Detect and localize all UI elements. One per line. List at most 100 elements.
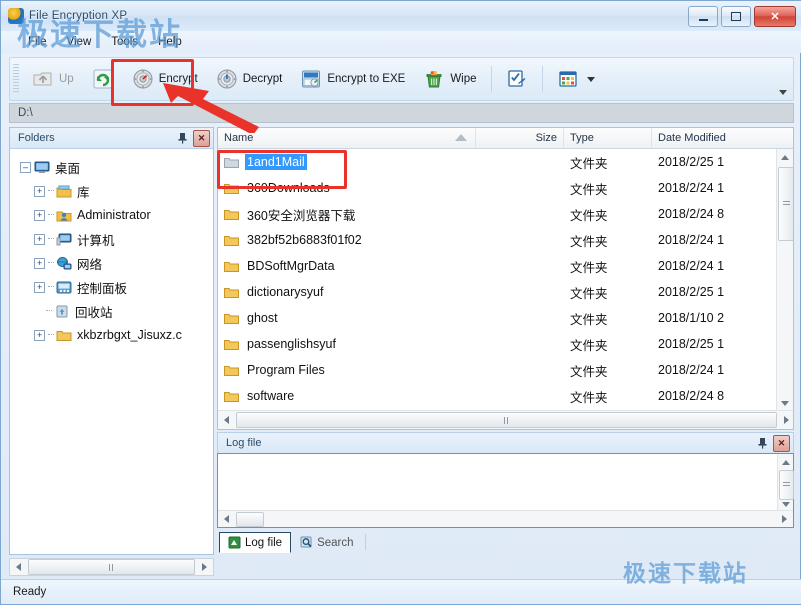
expand-toggle-icon[interactable]: + [34,330,45,341]
collapse-toggle-icon[interactable]: – [20,162,31,173]
scroll-left-button[interactable] [10,559,27,576]
minimize-button[interactable] [688,6,718,27]
column-header-type[interactable]: Type [564,128,652,148]
pin-icon[interactable] [755,436,769,450]
toolbar-up-button[interactable]: Up [24,63,82,95]
table-row[interactable]: passenglishsyuf 文件夹 2018/2/25 1 [218,331,793,357]
tab-label: Log file [245,537,282,549]
cell-type: 文件夹 [564,309,652,328]
encrypt-lock-icon [132,68,154,90]
expand-toggle-icon[interactable]: + [34,258,45,269]
tab-log-file[interactable]: Log file [219,532,291,553]
toolbar-encrypt-button[interactable]: Encrypt [124,63,206,95]
address-bar[interactable]: D:\ [9,103,794,123]
tree-item-computer[interactable]: + 计算机 [16,227,213,251]
scrollbar-thumb[interactable] [236,512,264,527]
tree-item-control-panel[interactable]: + 控制面板 [16,275,213,299]
table-row[interactable]: Program Files 文件夹 2018/2/24 1 [218,357,793,383]
tree-item-network[interactable]: + 网络 [16,251,213,275]
tab-search[interactable]: Search [291,532,362,553]
log-horizontal-scrollbar[interactable] [218,510,793,527]
toolbar-decrypt-button[interactable]: Decrypt [208,63,291,95]
table-row[interactable]: software 文件夹 2018/2/24 8 [218,383,793,409]
scroll-right-button[interactable] [196,559,213,576]
toolbar-grip[interactable] [13,64,19,94]
cell-date: 2018/2/24 1 [652,363,775,377]
scroll-left-button[interactable] [218,511,235,528]
pin-icon[interactable] [175,131,189,145]
cell-name: 1and1Mail [218,154,476,170]
menu-item-tools[interactable]: Tools [102,34,147,50]
column-header-label: Size [536,132,557,144]
toolbar-encrypt-to-exe-button[interactable]: Encrypt to EXE [292,63,413,95]
toolbar-wipe-button[interactable]: Wipe [415,63,484,95]
cell-type: 文件夹 [564,231,652,250]
tree-item-xkbzrbgxt[interactable]: + xkbzrbgxt_Jisuxz.c [16,323,213,347]
toolbar-refresh-button[interactable] [84,63,122,95]
scrollbar-thumb[interactable] [28,559,195,575]
column-header-name[interactable]: Name [218,128,476,148]
tree-item-desktop[interactable]: – 桌面 [16,155,213,179]
recycle-bin-icon [54,304,70,319]
folder-icon [224,260,239,273]
log-pane-close-button[interactable]: ✕ [773,435,790,452]
log-vertical-scrollbar[interactable] [777,454,793,512]
menu-item-view[interactable]: View [58,34,101,50]
scrollbar-thumb[interactable] [236,412,777,428]
cell-type: 文件夹 [564,283,652,302]
tree-item-label: 库 [77,182,90,201]
wipe-trash-icon [423,68,445,90]
toolbar-up-label: Up [59,73,74,85]
table-row[interactable]: ghost 文件夹 2018/1/10 2 [218,305,793,331]
file-list-vertical-scrollbar[interactable] [776,149,793,411]
menu-item-help[interactable]: Help [149,34,191,50]
column-header-date-modified[interactable]: Date Modified [652,128,775,148]
cell-date: 2018/1/10 2 [652,311,775,325]
cell-name: software [218,388,476,404]
table-row[interactable]: 1and1Mail 文件夹 2018/2/25 1 [218,149,793,175]
scroll-up-button[interactable] [777,149,793,165]
tree-item-recycle-bin[interactable]: 回收站 [16,299,213,323]
maximize-button[interactable] [721,6,751,27]
scrollbar-thumb[interactable] [778,167,794,241]
toolbar-edit-checklist-button[interactable] [498,63,536,95]
tree-leaf-spacer [34,307,43,316]
expand-toggle-icon[interactable]: + [34,282,45,293]
scroll-right-button[interactable] [776,511,793,528]
file-list-header: Name Size Type Date Modified [218,128,793,149]
pin-glyph-icon [177,132,188,144]
toolbar-overflow-chevron-icon[interactable] [779,90,787,95]
scroll-up-button[interactable] [778,454,794,470]
expand-toggle-icon[interactable]: + [34,234,45,245]
expand-toggle-icon[interactable]: + [34,186,45,197]
table-row[interactable]: 360安全浏览器下载 文件夹 2018/2/24 8 [218,201,793,227]
scroll-left-button[interactable] [218,412,235,429]
tree-item-label: 网络 [77,254,102,273]
cell-type: 文件夹 [564,257,652,276]
cell-date: 2018/2/24 1 [652,233,775,247]
menu-item-file[interactable]: File [19,34,56,50]
tree-connector [48,286,54,288]
table-row[interactable]: 382bf52b6883f01f02 文件夹 2018/2/24 1 [218,227,793,253]
column-header-label: Name [224,132,253,144]
toolbar-view-grid-button[interactable] [549,63,603,95]
table-row[interactable]: dictionarysyuf 文件夹 2018/2/25 1 [218,279,793,305]
file-list-horizontal-scrollbar[interactable] [218,410,794,429]
log-pane-header: Log file ✕ [217,432,794,453]
tree-item-libraries[interactable]: + 库 [16,179,213,203]
table-row[interactable]: 360Downloads 文件夹 2018/2/24 1 [218,175,793,201]
folders-pane-close-button[interactable]: ✕ [193,130,210,147]
tree-item-administrator[interactable]: + Administrator [16,203,213,227]
column-header-size[interactable]: Size [476,128,564,148]
address-bar-path: D:\ [18,107,33,119]
folders-pane-horizontal-scrollbar[interactable] [9,558,214,576]
cell-type: 文件夹 [564,335,652,354]
chevron-down-icon[interactable] [587,77,595,82]
log-text-area[interactable] [217,453,794,528]
close-button[interactable]: ✕ [754,6,796,27]
scroll-right-button[interactable] [778,412,794,429]
table-row[interactable]: BDSoftMgrData 文件夹 2018/2/24 1 [218,253,793,279]
scroll-down-button[interactable] [777,395,793,411]
folders-tree: – 桌面 + 库 + [10,149,213,347]
expand-toggle-icon[interactable]: + [34,210,45,221]
